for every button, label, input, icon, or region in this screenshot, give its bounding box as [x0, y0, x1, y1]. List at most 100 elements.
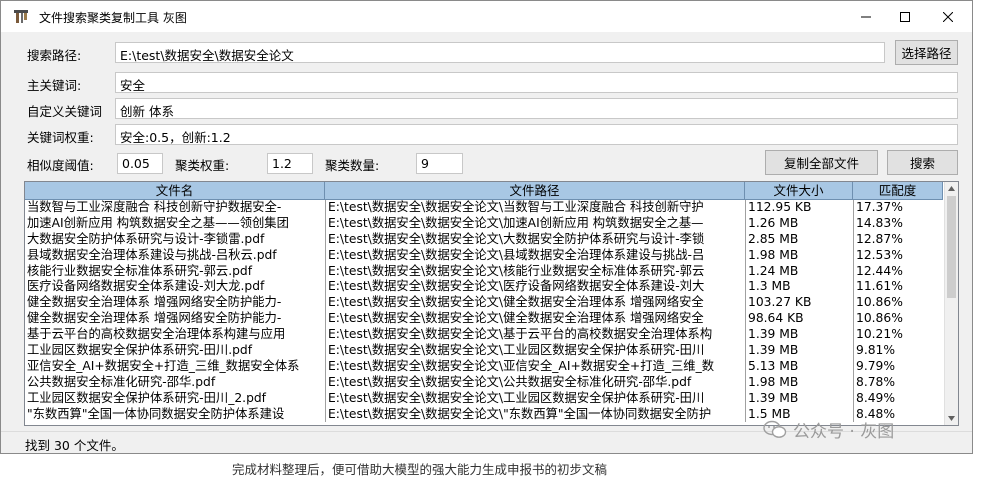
- cell-match: 12.53%: [853, 247, 943, 264]
- choose-path-button[interactable]: 选择路径: [895, 40, 958, 65]
- cell-match: 14.83%: [853, 215, 943, 232]
- cell-match: 12.44%: [853, 263, 943, 280]
- cell-filepath: E:\test\数据安全\数据安全论文\"东数西算"全国一体协同数据安全防护: [325, 406, 745, 423]
- scroll-down-icon[interactable]: [948, 416, 955, 421]
- keyword-weight-label: 关键词权重:: [27, 130, 94, 145]
- cell-match: 10.21%: [853, 327, 943, 344]
- main-keyword-input[interactable]: 安全: [115, 72, 958, 93]
- cell-filename: 核能行业数据安全标准体系研究-郭云.pdf: [27, 263, 253, 278]
- column-header-filesize[interactable]: 文件大小: [745, 182, 853, 200]
- table-row[interactable]: 健全数据安全治理体系 增强网络安全防护能力- E:\test\数据安全\数据安全论…: [25, 311, 943, 328]
- cell-match: 9.79%: [853, 358, 943, 375]
- cluster-count-label: 聚类数量:: [325, 158, 380, 173]
- cell-filepath: E:\test\数据安全\数据安全论文\健全数据安全治理体系 增强网络安全: [325, 311, 745, 328]
- cell-match: 12.87%: [853, 231, 943, 248]
- table-body: 当数智与工业深度融合 科技创新守护数据安全- E:\test\数据安全\数据安全论…: [25, 200, 943, 423]
- close-icon: [943, 11, 953, 22]
- article-text: 完成材料整理后，便可借助大模型的强大能力生成申报书的初步文稿: [232, 462, 608, 477]
- cell-filename: 基于云平台的高校数据安全治理体系构建与应用: [27, 327, 286, 342]
- table-row[interactable]: 基于云平台的高校数据安全治理体系构建与应用 E:\test\数据安全\数据安全论文…: [25, 327, 943, 344]
- cell-filename: 工业园区数据安全保护体系研究-田川.pdf: [27, 343, 253, 358]
- cell-filename: "东数西算"全国一体协同数据安全防护体系建设: [27, 406, 285, 421]
- cell-filename: 医疗设备网络数据安全体系建设-刘大龙.pdf: [27, 279, 265, 294]
- cell-filename: 健全数据安全治理体系 增强网络安全防护能力-: [27, 295, 282, 310]
- table-row[interactable]: 县域数据安全治理体系建设与挑战-吕秋云.pdf E:\test\数据安全\数据安全…: [25, 247, 943, 264]
- cell-filepath: E:\test\数据安全\数据安全论文\亚信安全_AI+数据安全+打造_三维_数: [325, 358, 745, 375]
- table-row[interactable]: 工业园区数据安全保护体系研究-田川.pdf E:\test\数据安全\数据安全论文…: [25, 343, 943, 359]
- cell-match: 17.37%: [853, 200, 943, 216]
- table-row[interactable]: 当数智与工业深度融合 科技创新守护数据安全- E:\test\数据安全\数据安全论…: [25, 200, 943, 216]
- app-tool-icon: [14, 10, 28, 23]
- cell-filepath: E:\test\数据安全\数据安全论文\医疗设备网络数据安全体系建设-刘大: [325, 279, 745, 296]
- cluster-weight-label: 聚类权重:: [175, 158, 230, 173]
- cell-filename: 大数据安全防护体系研究与设计-李锁雷.pdf: [27, 231, 265, 246]
- similarity-input[interactable]: 0.05: [117, 153, 163, 174]
- table-row[interactable]: 核能行业数据安全标准体系研究-郭云.pdf E:\test\数据安全\数据安全论文…: [25, 263, 943, 280]
- scrollbar-thumb[interactable]: [947, 196, 956, 298]
- table-row[interactable]: 大数据安全防护体系研究与设计-李锁雷.pdf E:\test\数据安全\数据安全论…: [25, 231, 943, 248]
- cell-filepath: E:\test\数据安全\数据安全论文\核能行业数据安全标准体系研究-郭云: [325, 263, 745, 280]
- maximize-icon: [900, 11, 910, 22]
- column-header-filepath[interactable]: 文件路径: [325, 182, 745, 200]
- vertical-scrollbar[interactable]: [944, 182, 958, 425]
- main-keyword-label: 主关键词:: [27, 78, 82, 93]
- custom-keyword-label: 自定义关键词: [27, 104, 103, 119]
- cell-filename: 公共数据安全标准化研究-邵华.pdf: [27, 374, 216, 389]
- cell-filename: 健全数据安全治理体系 增强网络安全防护能力-: [27, 311, 282, 326]
- cell-match: 8.49%: [853, 390, 943, 407]
- title-bar[interactable]: 文件搜索聚类复制工具 灰图: [1, 1, 972, 32]
- cluster-weight-input[interactable]: 1.2: [267, 153, 313, 174]
- status-text: 找到 30 个文件。: [25, 438, 124, 453]
- maximize-button[interactable]: [882, 1, 928, 32]
- cell-filesize: 2.85 MB: [745, 231, 853, 248]
- table-row[interactable]: 工业园区数据安全保护体系研究-田川_2.pdf E:\test\数据安全\数据安全…: [25, 390, 943, 407]
- cell-filesize: 1.39 MB: [745, 327, 853, 344]
- cell-filename: 亚信安全_AI+数据安全+打造_三维_数据安全体系: [27, 358, 300, 373]
- cell-filepath: E:\test\数据安全\数据安全论文\大数据安全防护体系研究与设计-李锁: [325, 231, 745, 248]
- window-title: 文件搜索聚类复制工具 灰图: [39, 11, 187, 25]
- cell-filepath: E:\test\数据安全\数据安全论文\工业园区数据安全保护体系研究-田川: [325, 390, 745, 407]
- wechat-icon: [763, 420, 787, 438]
- cell-filename: 工业园区数据安全保护体系研究-田川_2.pdf: [27, 390, 267, 405]
- search-button[interactable]: 搜索: [887, 150, 958, 175]
- cell-filesize: 103.27 KB: [745, 295, 853, 312]
- similarity-label: 相似度阈值:: [27, 158, 94, 173]
- column-header-filename[interactable]: 文件名: [25, 182, 325, 200]
- cell-match: 11.61%: [853, 279, 943, 296]
- cell-match: 10.86%: [853, 311, 943, 328]
- minimize-icon: [861, 16, 871, 17]
- watermark-text: 公众号 · 灰图: [793, 422, 895, 442]
- table-row[interactable]: 亚信安全_AI+数据安全+打造_三维_数据安全体系 E:\test\数据安全\数据…: [25, 358, 943, 375]
- table-row[interactable]: 公共数据安全标准化研究-邵华.pdf E:\test\数据安全\数据安全论文\公共…: [25, 374, 943, 391]
- table-row[interactable]: 健全数据安全治理体系 增强网络安全防护能力- E:\test\数据安全\数据安全论…: [25, 295, 943, 312]
- table-row[interactable]: 医疗设备网络数据安全体系建设-刘大龙.pdf E:\test\数据安全\数据安全论…: [25, 279, 943, 296]
- search-path-label: 搜索路径:: [27, 48, 82, 63]
- cell-filesize: 5.13 MB: [745, 358, 853, 375]
- search-path-input[interactable]: E:\test\数据安全\数据安全论文: [115, 42, 885, 63]
- close-button[interactable]: [925, 1, 971, 32]
- table-row[interactable]: 加速AI创新应用 构筑数据安全之基——领创集团 E:\test\数据安全\数据安全…: [25, 215, 943, 232]
- cell-filepath: E:\test\数据安全\数据安全论文\工业园区数据安全保护体系研究-田川: [325, 343, 745, 359]
- cell-filename: 当数智与工业深度融合 科技创新守护数据安全-: [27, 200, 282, 214]
- scroll-up-icon[interactable]: [948, 186, 955, 191]
- cell-filesize: 1.39 MB: [745, 390, 853, 407]
- cell-filesize: 98.64 KB: [745, 311, 853, 328]
- cell-filesize: 112.95 KB: [745, 200, 853, 216]
- cell-filepath: E:\test\数据安全\数据安全论文\当数智与工业深度融合 科技创新守护: [325, 200, 745, 216]
- app-window: 文件搜索聚类复制工具 灰图 搜索路径: E:\test\数据安全\数据安全论文 …: [0, 0, 973, 454]
- cell-filesize: 1.3 MB: [745, 279, 853, 296]
- cell-match: 8.78%: [853, 374, 943, 391]
- cell-filepath: E:\test\数据安全\数据安全论文\县域数据安全治理体系建设与挑战-吕: [325, 247, 745, 264]
- cell-filesize: 1.39 MB: [745, 343, 853, 359]
- cluster-count-input[interactable]: 9: [416, 153, 463, 174]
- cell-filepath: E:\test\数据安全\数据安全论文\健全数据安全治理体系 增强网络安全: [325, 295, 745, 312]
- cell-filepath: E:\test\数据安全\数据安全论文\基于云平台的高校数据安全治理体系构: [325, 327, 745, 344]
- watermark: 公众号 · 灰图: [763, 417, 894, 442]
- column-header-match[interactable]: 匹配度: [853, 182, 943, 200]
- cell-filesize: 1.26 MB: [745, 215, 853, 232]
- custom-keyword-input[interactable]: 创新 体系: [115, 98, 958, 119]
- keyword-weight-input[interactable]: 安全:0.5，创新:1.2: [115, 124, 958, 145]
- copy-all-button[interactable]: 复制全部文件: [765, 150, 878, 175]
- results-table[interactable]: 文件名 文件路径 文件大小 匹配度 当数智与工业深度融合 科技创新守护数据安全-…: [24, 181, 959, 426]
- cell-filename: 加速AI创新应用 构筑数据安全之基——领创集团: [27, 215, 289, 230]
